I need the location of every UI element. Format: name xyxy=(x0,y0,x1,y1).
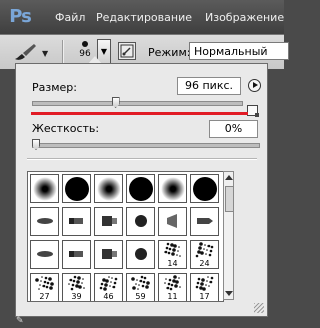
brush-tip-icon xyxy=(95,208,122,238)
brush-tip-icon xyxy=(82,41,88,47)
brush-preset-cell[interactable]: 11 xyxy=(158,273,187,301)
brush-preset-cell[interactable] xyxy=(126,207,155,236)
hardness-label: Жесткость: xyxy=(32,122,100,135)
hardness-slider-thumb[interactable] xyxy=(32,139,40,150)
size-slider-track[interactable] xyxy=(32,101,243,106)
hardness-input[interactable]: 0% xyxy=(209,120,258,138)
brush-preset-size-label: 14 xyxy=(167,259,178,268)
brush-preset-cell[interactable] xyxy=(158,174,187,203)
divider xyxy=(62,40,64,64)
brush-preset-size-label: 59 xyxy=(135,292,146,301)
brush-preset-cell[interactable] xyxy=(126,240,155,269)
size-slider-thumb[interactable] xyxy=(111,97,120,108)
hardness-slider-track[interactable] xyxy=(32,143,260,148)
brush-tip-icon xyxy=(159,208,186,238)
brush-icon[interactable] xyxy=(12,41,40,63)
hard-round-brush-icon xyxy=(129,177,153,201)
brush-preset-cell[interactable] xyxy=(30,240,59,269)
brush-preset-size-label: 27 xyxy=(39,292,50,301)
brush-tip-icon xyxy=(127,241,154,271)
brush-preset-cell[interactable]: 27 xyxy=(30,273,59,301)
menu-file[interactable]: Файл xyxy=(55,11,85,24)
menu-bar: Ps Файл Редактирование Изображение xyxy=(0,0,284,34)
brush-preset-cell[interactable] xyxy=(190,207,219,236)
brush-preset-size-label: 17 xyxy=(199,292,210,301)
app-logo: Ps xyxy=(9,6,32,27)
brush-preset-cell[interactable]: 59 xyxy=(126,273,155,301)
brush-preset-cell[interactable] xyxy=(30,174,59,203)
brush-preset-cell[interactable] xyxy=(62,207,91,236)
status-tool-icon: ✎ xyxy=(16,316,24,326)
soft-round-brush-icon xyxy=(97,177,121,201)
highlight-underline xyxy=(31,112,248,115)
brush-tip-icon xyxy=(191,208,218,238)
brush-preset-size-label: 24 xyxy=(199,259,210,268)
preset-scrollbar[interactable] xyxy=(223,171,234,300)
brush-preset-cell[interactable] xyxy=(62,240,91,269)
tool-preset-dropdown-icon[interactable]: ▼ xyxy=(42,49,48,58)
scroll-down-icon[interactable] xyxy=(225,291,233,296)
brush-preset-size-label: 46 xyxy=(103,292,114,301)
brush-tip-icon xyxy=(31,241,58,271)
brush-preset-cell[interactable] xyxy=(126,174,155,203)
brush-preset-cell[interactable] xyxy=(94,240,123,269)
brush-preset-cell[interactable]: 17 xyxy=(190,273,219,301)
brush-tip-icon xyxy=(63,241,90,271)
brush-tip-icon xyxy=(63,208,90,238)
brush-preset-cell[interactable]: 14 xyxy=(158,240,187,269)
hard-round-brush-icon xyxy=(65,177,89,201)
brush-tip-icon xyxy=(95,241,122,271)
brush-panel-toggle-icon[interactable] xyxy=(118,42,136,60)
menu-edit[interactable]: Редактирование xyxy=(96,11,192,24)
brush-preset-cell[interactable] xyxy=(62,174,91,203)
brush-preset-cell[interactable] xyxy=(30,207,59,236)
size-input[interactable]: 96 пикс. xyxy=(177,77,241,95)
brush-preset-cell[interactable] xyxy=(190,174,219,203)
brush-preset-cell[interactable]: 24 xyxy=(190,240,219,269)
brush-preset-size-label: 11 xyxy=(167,292,178,301)
brush-tip-icon xyxy=(127,208,154,238)
soft-round-brush-icon xyxy=(161,177,185,201)
resize-grip-icon[interactable] xyxy=(254,303,264,313)
mode-label: Режим: xyxy=(148,46,191,59)
scroll-up-icon[interactable] xyxy=(225,175,233,180)
brush-preset-cell[interactable]: 39 xyxy=(62,273,91,301)
brush-preset-cell[interactable] xyxy=(94,207,123,236)
brush-preset-cell[interactable]: 46 xyxy=(94,273,123,301)
new-preset-icon[interactable] xyxy=(247,105,259,117)
soft-round-brush-icon xyxy=(33,177,57,201)
brush-preset-cell[interactable] xyxy=(158,207,187,236)
brush-preset-cell[interactable] xyxy=(94,174,123,203)
brush-size-readout: 96 xyxy=(79,49,91,59)
brush-preset-picker: Размер: 96 пикс. Жесткость: 0% 14 24 27 39 4… xyxy=(15,63,268,317)
mode-select[interactable]: Нормальный xyxy=(189,42,289,60)
menu-image[interactable]: Изображение xyxy=(205,11,284,24)
brush-preset-size-label: 39 xyxy=(71,292,82,301)
scroll-thumb[interactable] xyxy=(225,186,234,212)
preset-grid: 14 24 27 39 46 59 11 17 xyxy=(27,171,224,302)
hard-round-brush-icon xyxy=(193,177,217,201)
divider xyxy=(27,158,257,160)
panel-menu-arrow-icon[interactable] xyxy=(248,79,261,92)
brush-tip-icon xyxy=(31,208,58,238)
size-label: Размер: xyxy=(32,81,77,94)
